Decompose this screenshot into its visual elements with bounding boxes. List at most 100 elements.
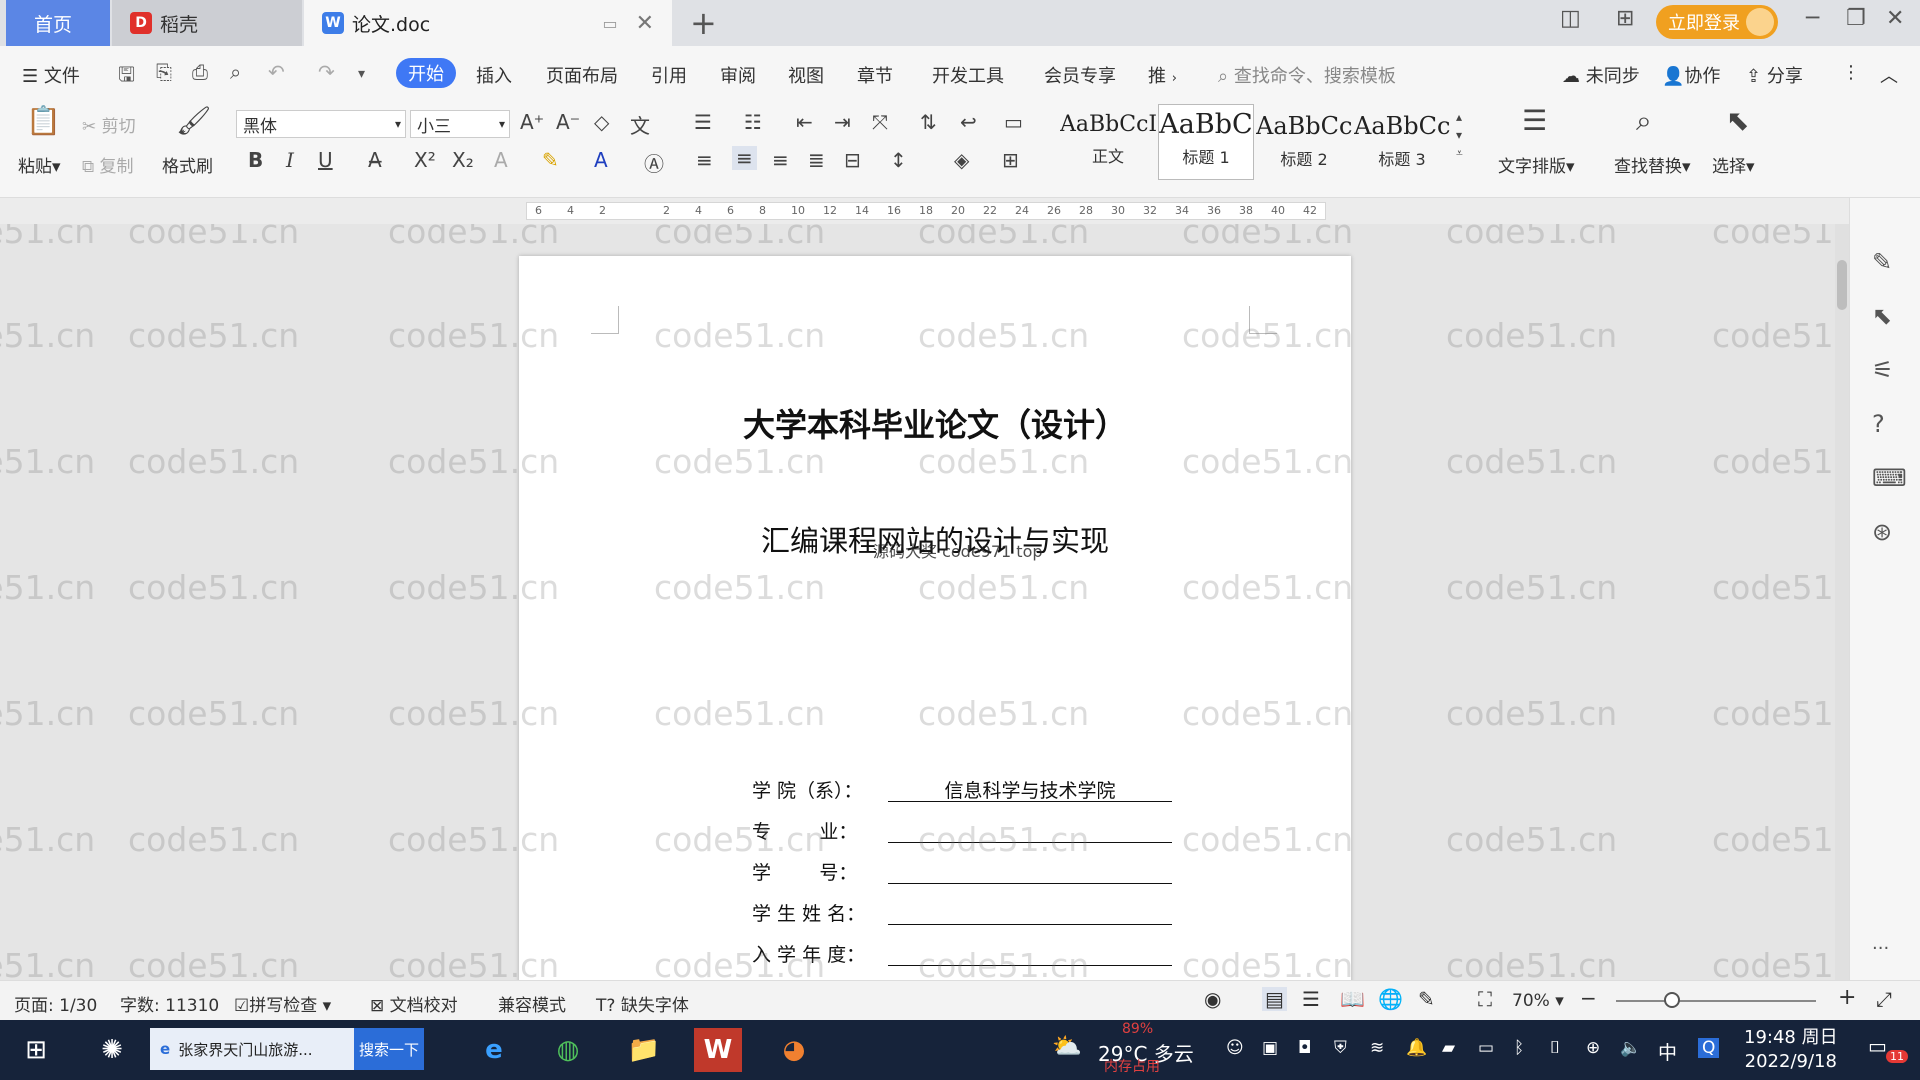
cursor-icon[interactable]: ⬉ [1872, 302, 1892, 330]
web-view-icon[interactable]: 🌐 [1378, 987, 1403, 1011]
proofread-button[interactable]: ⊠ 文档校对 [370, 991, 458, 1016]
plus-tray-icon[interactable]: ⊕ [1586, 1038, 1600, 1058]
cut-button[interactable]: ✂ 剪切 [82, 112, 136, 137]
help-icon[interactable]: ? [1872, 410, 1885, 438]
zoom-select[interactable]: 70% ▾ [1512, 991, 1564, 1011]
save-icon[interactable]: 🖫 [118, 60, 135, 94]
tab-home[interactable]: 首页 [6, 0, 110, 46]
file-explorer-icon[interactable]: 📁 [620, 1028, 668, 1072]
increase-indent-icon[interactable]: ⇥ [834, 110, 851, 134]
superscript-icon[interactable]: X² [414, 148, 436, 172]
tray-app2-icon[interactable]: ◘ [1298, 1038, 1311, 1058]
quick-access-dropdown-icon[interactable]: ▾ [358, 66, 365, 82]
strikethrough-icon[interactable]: A̶ [368, 148, 382, 172]
italic-icon[interactable]: I [286, 148, 294, 172]
share-button[interactable]: ⇪ 分享 [1746, 62, 1803, 88]
zoom-in-icon[interactable]: + [1838, 985, 1856, 1010]
new-tab-button[interactable]: + [690, 4, 717, 42]
more-options-icon[interactable]: ⋮ [1842, 62, 1860, 83]
menu-more[interactable]: 推 › [1148, 62, 1177, 88]
shading-icon[interactable]: ◈ [954, 148, 969, 172]
font-family-select[interactable]: 黑体 ▾ [236, 110, 406, 138]
eye-protect-icon[interactable]: ◉ [1204, 987, 1221, 1011]
usb-icon[interactable]: ⌷ [1550, 1038, 1560, 1058]
align-center-icon[interactable]: ≡ [732, 146, 757, 170]
battery-icon[interactable]: ▭ [1478, 1038, 1494, 1058]
zoom-out-icon[interactable]: − [1580, 986, 1597, 1010]
system-clock[interactable]: 19:48 周日 2022/9/18 [1744, 1026, 1838, 1074]
menu-member[interactable]: 会员专享 [1044, 62, 1116, 88]
zoom-slider-knob[interactable] [1664, 992, 1680, 1008]
page-view-icon[interactable]: ▤ [1262, 987, 1287, 1011]
grid-apps-icon[interactable]: ⊞ [1616, 6, 1634, 31]
decrease-indent-icon[interactable]: ⇤ [796, 110, 813, 134]
menu-layout[interactable]: 页面布局 [546, 62, 618, 88]
redo-icon[interactable]: ↷ [318, 60, 335, 84]
cover-field-value[interactable]: 信息科学与技术学院 [888, 772, 1172, 802]
text-layout-button[interactable]: 文字排版▾ [1498, 152, 1575, 177]
increase-font-icon[interactable]: A⁺ [520, 110, 544, 134]
command-search[interactable]: ⌕ 查找命令、搜索模板 [1218, 62, 1396, 88]
cursor-select-icon[interactable]: ⬉ [1726, 104, 1749, 137]
menu-insert[interactable]: 插入 [476, 62, 512, 88]
tab-document[interactable]: W 论文.doc ▭ ✕ [304, 0, 672, 46]
menu-chapter[interactable]: 章节 [857, 62, 893, 88]
char-border-icon[interactable]: Ⓐ [644, 148, 664, 177]
find-replace-button[interactable]: 查找替换▾ [1614, 152, 1691, 177]
text-layout-icon[interactable]: ☰ [1522, 104, 1547, 137]
paste-button[interactable]: 粘贴▾ [18, 152, 61, 177]
fullscreen-icon[interactable]: ⤢ [1876, 987, 1892, 1011]
document-page[interactable]: 大学本科毕业论文（设计） 汇编课程网站的设计与实现 源码大奖 code971 t… [519, 256, 1351, 980]
format-painter-button[interactable]: 格式刷 [162, 152, 213, 177]
menu-file[interactable]: ☰ 文件 [22, 62, 80, 88]
minimize-icon[interactable]: ─ [1806, 6, 1819, 31]
windows-start-icon[interactable]: ⊞ [12, 1028, 60, 1072]
word-count[interactable]: 字数: 11310 [120, 991, 219, 1016]
menu-start[interactable]: 开始 [396, 58, 456, 88]
internet-explorer-icon[interactable]: e [470, 1028, 518, 1072]
vertical-scrollbar[interactable] [1835, 224, 1849, 980]
review-panel-icon[interactable]: ⌨ [1872, 464, 1907, 492]
qq-icon[interactable]: Q [1698, 1038, 1720, 1058]
styles-scroll-icon[interactable]: ▴ ▾ ⩡ [1456, 108, 1463, 162]
collaborate-button[interactable]: 👤协作 [1662, 62, 1720, 88]
outline-view-icon[interactable]: ☰ [1302, 987, 1320, 1011]
menu-developer[interactable]: 开发工具 [932, 62, 1004, 88]
shield-icon[interactable]: ⛨ [1334, 1038, 1347, 1058]
align-right-icon[interactable]: ≡ [772, 148, 789, 172]
zoom-slider[interactable] [1616, 1000, 1816, 1002]
adjust-icon[interactable]: ⚟ [1872, 356, 1894, 384]
style-heading-3[interactable]: AaBbCc 标题 3 [1354, 104, 1450, 180]
restore-icon[interactable]: ❐ [1846, 6, 1866, 31]
page-count[interactable]: 页面: 1/30 [14, 991, 97, 1016]
distribute-icon[interactable]: ⊟ [844, 148, 861, 172]
print-icon[interactable]: ⎙ [192, 60, 208, 84]
undo-icon[interactable]: ↶ [268, 60, 285, 84]
sync-status[interactable]: ☁ 未同步 [1562, 62, 1640, 88]
pin-window-icon[interactable]: ▭ [602, 14, 617, 33]
menu-view[interactable]: 视图 [788, 62, 824, 88]
format-painter-icon[interactable]: 🖌 [176, 104, 212, 137]
font-color-icon[interactable]: A [594, 148, 608, 172]
select-button[interactable]: 选择▾ [1712, 152, 1755, 177]
find-replace-icon[interactable]: ⌕ [1636, 104, 1652, 138]
style-heading-2[interactable]: AaBbCc 标题 2 [1256, 104, 1352, 180]
close-tab-icon[interactable]: ✕ [636, 11, 654, 36]
bold-icon[interactable]: B [248, 148, 263, 172]
horizontal-ruler[interactable]: 6 4 2 2 4 6 8 10 12 14 16 18 20 22 24 26 28 30 32 34 36 38 40 4… [0, 198, 1920, 224]
volume-icon[interactable]: 🔈 [1620, 1038, 1641, 1058]
clear-format-icon[interactable]: ◇ [594, 110, 609, 134]
copy-button[interactable]: ⧉ 复制 [82, 152, 134, 177]
notification-icon[interactable]: ▭ [1868, 1034, 1887, 1058]
close-window-icon[interactable]: ✕ [1886, 6, 1904, 31]
justify-icon[interactable]: ≣ [808, 148, 825, 172]
layout-view-icon[interactable]: ◫ [1560, 6, 1581, 31]
menu-review[interactable]: 审阅 [720, 62, 756, 88]
login-button[interactable]: 立即登录 [1656, 5, 1778, 39]
document-workspace[interactable]: 大学本科毕业论文（设计） 汇编课程网站的设计与实现 源码大奖 code971 t… [0, 224, 1835, 980]
align-left-icon[interactable]: ≡ [696, 148, 713, 172]
style-normal[interactable]: AaBbCcI 正文 [1060, 104, 1156, 180]
numbered-list-icon[interactable]: ☷ [744, 110, 762, 134]
cover-field-value[interactable] [888, 895, 1172, 925]
bluetooth-icon[interactable]: ᛒ [1514, 1038, 1524, 1058]
